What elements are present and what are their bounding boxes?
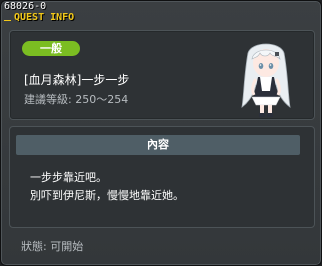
quest-content-panel: 內容 一步步靠近吧。 別吓到伊尼斯，慢慢地靠近她。 bbox=[9, 126, 315, 228]
quest-icon bbox=[4, 12, 11, 21]
quest-header-panel: 一般 [血月森林]一步一步 建議等級: 250〜254 bbox=[9, 30, 315, 120]
recommended-level: 建議等級: 250〜254 bbox=[24, 93, 129, 106]
category-badge: 一般 bbox=[22, 41, 80, 56]
quest-name: [血月森林]一步一步 bbox=[24, 73, 130, 87]
content-line-2: 別吓到伊尼斯，慢慢地靠近她。 bbox=[30, 189, 184, 202]
quest-id: 68026-0 bbox=[4, 1, 47, 12]
quest-info-window: 68026-0 QUEST INFO 一般 [血月森林]一步一步 建議等級: 2… bbox=[0, 0, 322, 266]
npc-portrait-icon bbox=[241, 43, 291, 117]
quest-status: 狀態: 可開始 bbox=[21, 240, 84, 253]
content-line-1: 一步步靠近吧。 bbox=[30, 171, 107, 184]
window-title[interactable]: QUEST INFO bbox=[4, 12, 74, 23]
window-title-label: QUEST INFO bbox=[14, 12, 75, 23]
content-header: 內容 bbox=[16, 135, 300, 155]
